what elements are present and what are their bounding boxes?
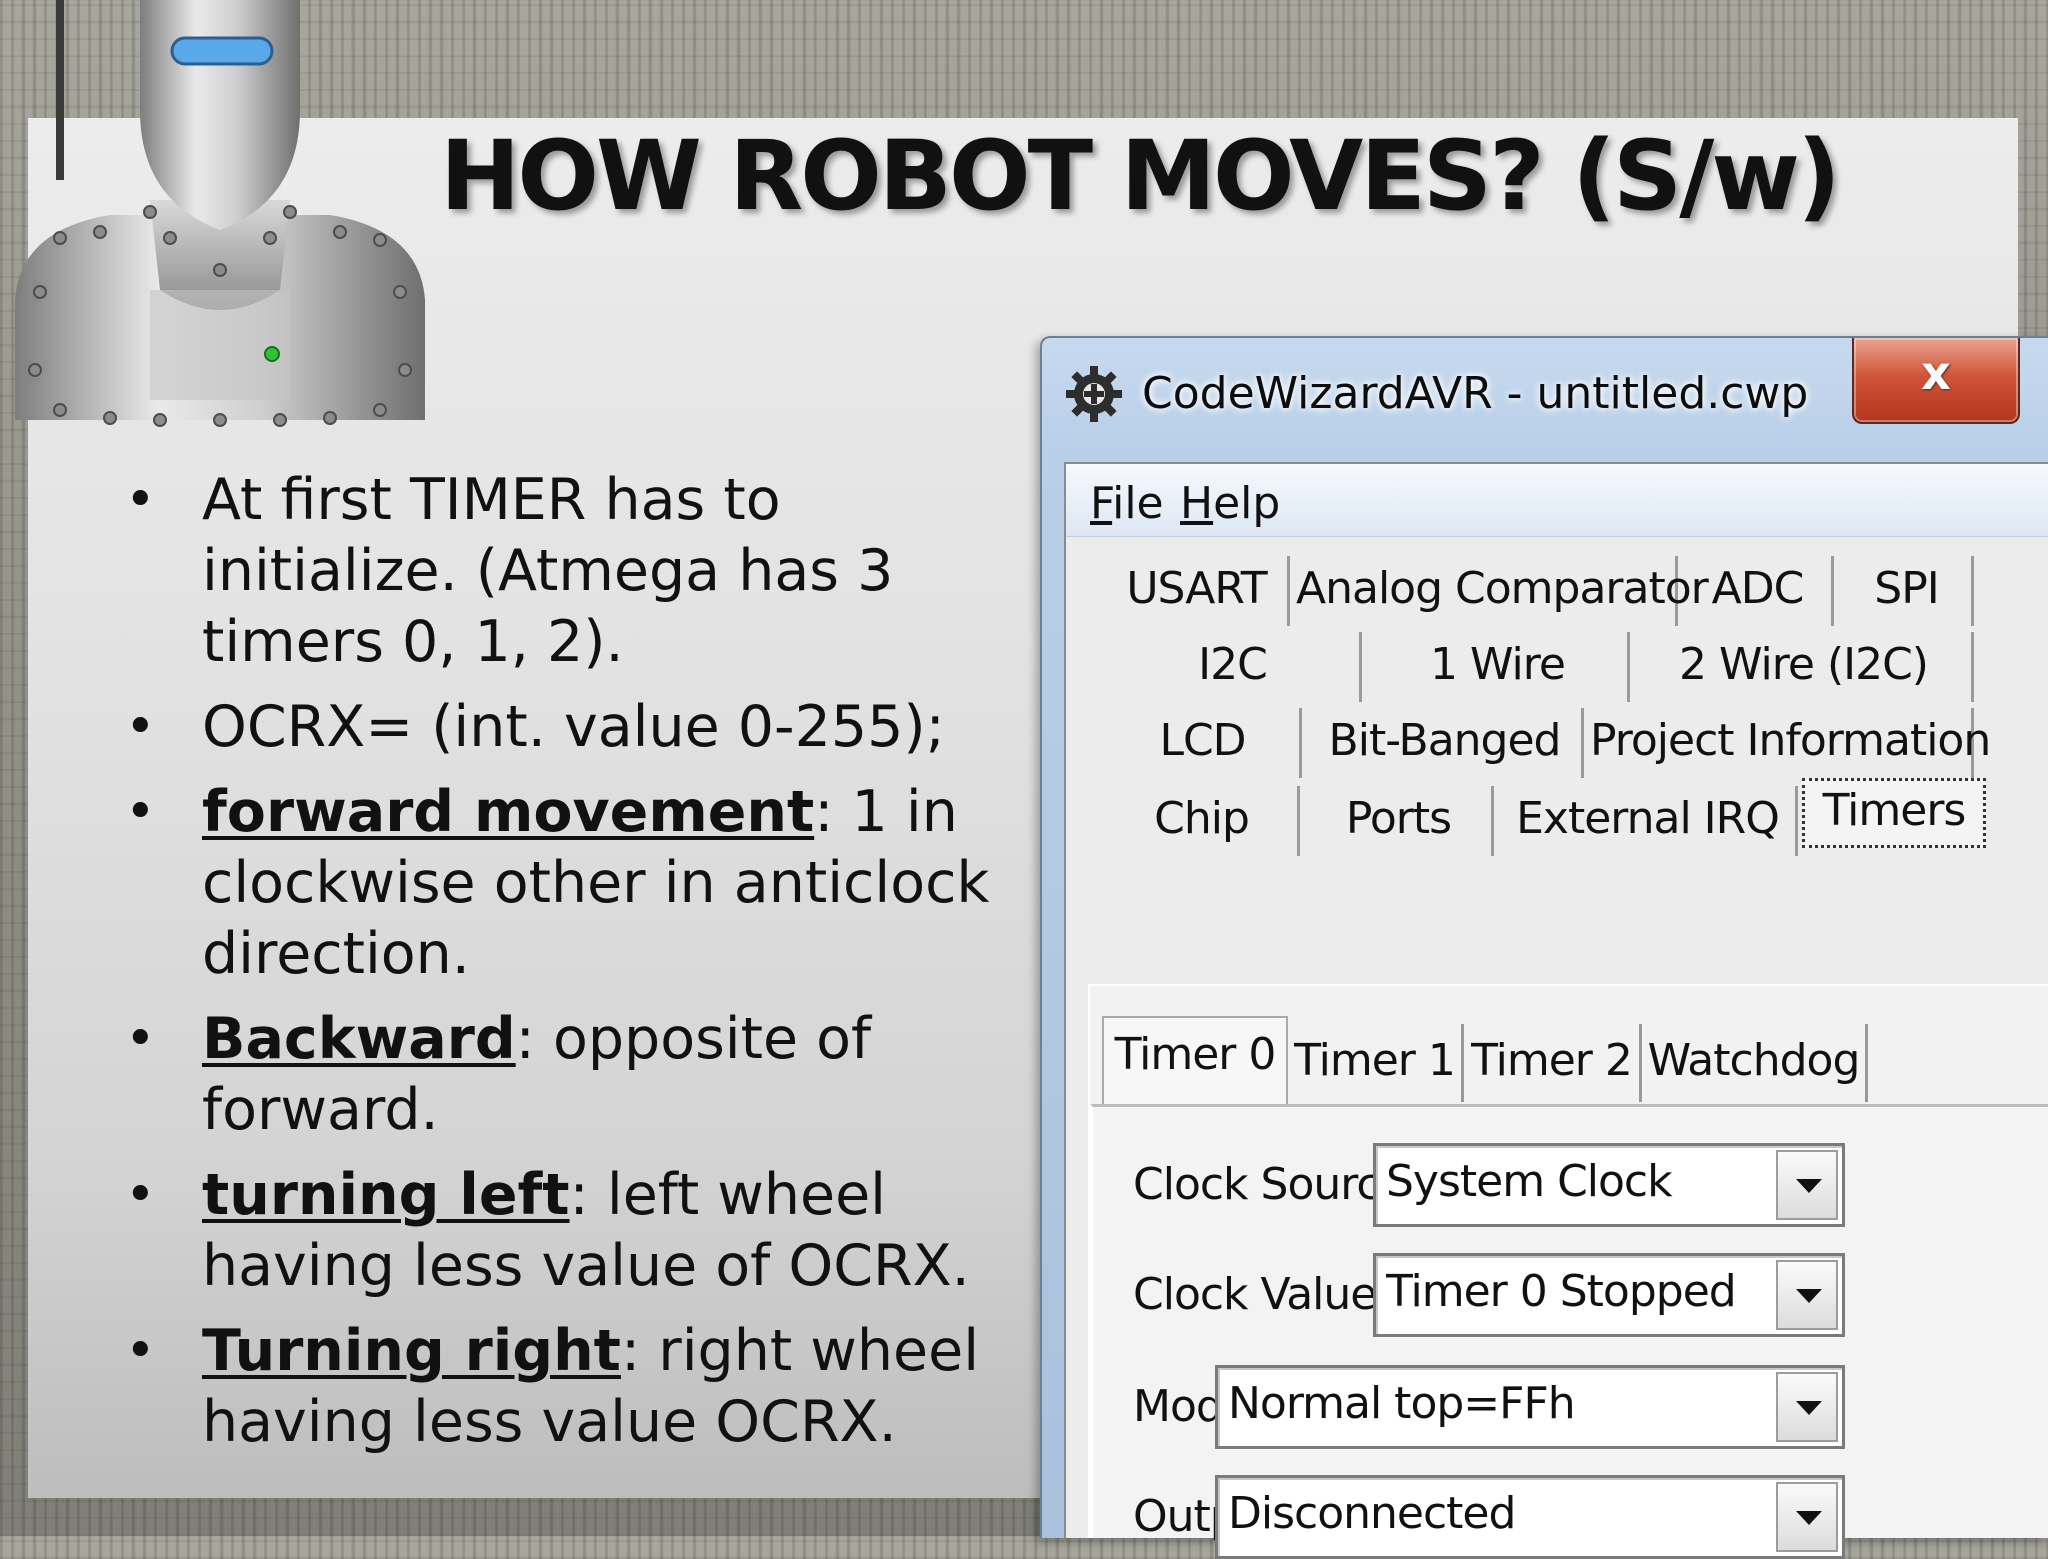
bullet-keyword: forward movement xyxy=(202,779,815,845)
clock-source-value: System Clock xyxy=(1386,1156,1673,1207)
clock-value-label: Clock Value: xyxy=(1133,1269,1391,1320)
bullet-keyword: Backward xyxy=(202,1006,516,1072)
tab-timers[interactable]: Timers xyxy=(1802,778,1986,848)
tab-bit-banged[interactable]: Bit-Banged xyxy=(1308,708,1584,778)
bullet-keyword: Turning right xyxy=(202,1318,621,1384)
bullet-item: • forward movement: 1 in clockwise other … xyxy=(120,777,1020,990)
tab-ports[interactable]: Ports xyxy=(1306,786,1494,856)
bullet-dot-icon: • xyxy=(125,782,156,842)
clock-value-select[interactable]: Timer 0 Stopped xyxy=(1373,1253,1845,1337)
robot-illustration xyxy=(15,0,425,427)
tab-usart[interactable]: USART xyxy=(1106,556,1290,626)
bullet-dot-icon: • xyxy=(125,1165,156,1225)
mode-select[interactable]: Normal top=FFh xyxy=(1215,1365,1845,1449)
clock-source-select[interactable]: System Clock xyxy=(1373,1143,1845,1227)
tab-2-wire[interactable]: 2 Wire (I2C) xyxy=(1636,632,1974,702)
tab-analog-comparator[interactable]: Analog Comparator xyxy=(1296,556,1709,626)
app-gear-icon xyxy=(1066,366,1122,422)
menu-bar: File Help xyxy=(1066,464,2048,537)
bullet-keyword: turning left xyxy=(202,1162,570,1228)
bullet-dot-icon: • xyxy=(125,697,156,757)
mode-value: Normal top=FFh xyxy=(1228,1378,1576,1429)
close-button[interactable]: x xyxy=(1852,338,2020,424)
bullet-text: OCRX= (int. value 0-255); xyxy=(202,694,945,760)
timer-0-settings: Clock Source: System Clock Clock Value: … xyxy=(1090,1104,2048,1559)
close-icon: x xyxy=(1921,346,1951,400)
tab-chip[interactable]: Chip xyxy=(1106,786,1300,856)
window-title: CodeWizardAVR - untitled.cwp xyxy=(1142,368,1809,419)
output-select[interactable]: Disconnected xyxy=(1215,1475,1845,1559)
menu-help[interactable]: Help xyxy=(1180,478,1280,529)
subtab-timer-0[interactable]: Timer 0 xyxy=(1102,1016,1288,1106)
tab-external-irq[interactable]: External IRQ xyxy=(1500,786,1798,856)
tab-spi[interactable]: SPI xyxy=(1842,556,1974,626)
bullet-item: • Backward: opposite of forward. xyxy=(120,1004,1020,1146)
tab-lcd[interactable]: LCD xyxy=(1106,708,1302,778)
subtab-timer-2[interactable]: Timer 2 xyxy=(1464,1024,1642,1102)
slide-title: HOW ROBOT MOVES? (S/w) xyxy=(440,120,1841,232)
window-client-area: File Help USART Analog Comparator ADC SP… xyxy=(1064,462,2048,1559)
codewizard-window: CodeWizardAVR - untitled.cwp x File Help… xyxy=(1040,336,2048,1559)
chevron-down-icon[interactable] xyxy=(1776,1482,1838,1552)
tab-i2c[interactable]: I2C xyxy=(1106,632,1362,702)
timers-tab-panel: Timer 0 Timer 1 Timer 2 Watchdog Clock S… xyxy=(1088,984,2048,1559)
tab-project-information[interactable]: Project Information xyxy=(1590,708,1991,778)
bullet-item: • Turning right: right wheel having less … xyxy=(120,1316,1020,1458)
bullet-item: • OCRX= (int. value 0-255); xyxy=(120,692,1020,763)
bullet-text: At first TIMER has to initialize. (Atmeg… xyxy=(202,467,894,675)
bullet-item: • turning left: left wheel having less v… xyxy=(120,1160,1020,1302)
bullet-item: • At first TIMER has to initialize. (Atme… xyxy=(120,465,1020,678)
chevron-down-icon[interactable] xyxy=(1776,1372,1838,1442)
bullet-list: • At first TIMER has to initialize. (Atme… xyxy=(120,465,1020,1472)
subtab-timer-1[interactable]: Timer 1 xyxy=(1288,1024,1464,1102)
chevron-down-icon[interactable] xyxy=(1776,1260,1838,1330)
menu-file[interactable]: File xyxy=(1090,478,1164,529)
tab-1-wire[interactable]: 1 Wire xyxy=(1368,632,1630,702)
bullet-dot-icon: • xyxy=(125,1009,156,1069)
bullet-dot-icon: • xyxy=(125,1321,156,1381)
clock-value-value: Timer 0 Stopped xyxy=(1386,1266,1737,1317)
bullet-dot-icon: • xyxy=(125,470,156,530)
subtab-watchdog[interactable]: Watchdog xyxy=(1642,1024,1868,1102)
chevron-down-icon[interactable] xyxy=(1776,1150,1838,1220)
output-value: Disconnected xyxy=(1228,1488,1516,1539)
tab-adc[interactable]: ADC xyxy=(1684,556,1834,626)
